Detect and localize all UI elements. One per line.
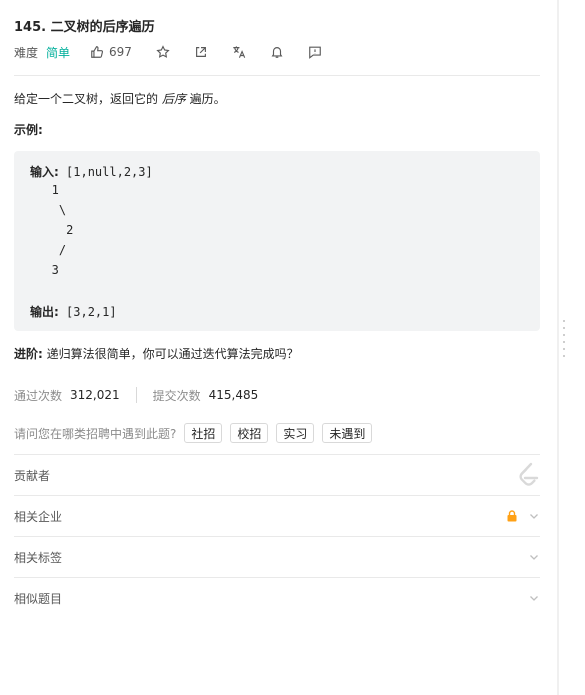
example-output-line: 输出: [3,2,1] — [30, 303, 117, 320]
tree-line: 3 — [30, 263, 59, 277]
panel-scrollbar[interactable] — [557, 0, 559, 695]
output-label: 输出: — [30, 305, 59, 319]
notification-button[interactable] — [270, 45, 284, 59]
survey-option-social[interactable]: 社招 — [184, 423, 223, 443]
chevron-down-icon — [528, 578, 540, 618]
example-code-block: 输入: [1,null,2,3] 1 \ 2 / 3 输出: [3,2,1] — [14, 151, 540, 331]
statement-text: 给定一个二叉树，返回它的 — [14, 92, 162, 106]
bell-icon — [270, 45, 284, 59]
related-companies-label: 相关企业 — [14, 509, 63, 524]
stats-separator — [135, 387, 137, 403]
survey-option-intern[interactable]: 实习 — [276, 423, 315, 443]
similar-problems-section[interactable]: 相似题目 — [14, 578, 540, 618]
divider — [14, 75, 540, 76]
tree-line: / — [30, 243, 67, 257]
chevron-down-icon — [528, 510, 540, 522]
related-tags-section[interactable]: 相关标签 — [14, 537, 540, 577]
problem-statement: 给定一个二叉树，返回它的 后序 遍历。 — [14, 90, 226, 107]
share-icon — [194, 45, 208, 59]
tree-line: 1 — [30, 183, 59, 197]
input-value: [1,null,2,3] — [58, 165, 153, 179]
chevron-down-icon — [528, 537, 540, 577]
advanced-label: 进阶: — [14, 347, 43, 361]
related-companies-section[interactable]: 相关企业 — [14, 496, 540, 536]
submissions-count: 415,485 — [208, 388, 259, 402]
grip-dot — [563, 355, 565, 357]
similar-problems-label: 相似题目 — [14, 591, 63, 606]
like-count: 697 — [109, 45, 132, 59]
grip-dot — [563, 341, 565, 343]
companies-actions — [506, 496, 540, 536]
contributors-label: 贡献者 — [14, 468, 51, 483]
grip-dot — [563, 327, 565, 329]
statement-emphasis: 后序 — [161, 92, 186, 106]
survey-option-campus[interactable]: 校招 — [230, 423, 269, 443]
difficulty-badge: 简单 — [46, 45, 71, 60]
resize-handle[interactable] — [562, 320, 566, 368]
interview-survey: 请问您在哪类招聘中遇到此题? 社招 校招 实习 未遇到 — [14, 423, 373, 443]
share-button[interactable] — [194, 45, 208, 59]
translate-button[interactable] — [232, 45, 246, 59]
input-label: 输入: — [30, 165, 59, 179]
feedback-button[interactable] — [308, 45, 322, 59]
grip-dot — [563, 334, 565, 336]
lock-icon — [506, 510, 518, 522]
thumbs-up-icon — [90, 45, 104, 59]
contributors-section[interactable]: 贡献者 — [14, 455, 540, 495]
accepted-count: 312,021 — [70, 388, 120, 402]
grip-dot — [563, 348, 565, 350]
submissions-label: 提交次数 — [152, 388, 201, 403]
statement-text-end: 遍历。 — [185, 92, 226, 106]
advanced-text: 递归算法很简单，你可以通过迭代算法完成吗？ — [42, 347, 299, 361]
submission-stats: 通过次数 312,021 提交次数 415,485 — [14, 386, 258, 404]
survey-question: 请问您在哪类招聘中遇到此题? — [14, 426, 177, 441]
like-button[interactable]: 697 — [90, 45, 132, 59]
tree-line: 2 — [30, 223, 74, 237]
leetcode-logo-icon — [516, 455, 540, 495]
translate-icon — [232, 45, 246, 59]
comment-icon — [308, 45, 322, 59]
difficulty-label: 难度 — [14, 45, 39, 60]
output-value: [3,2,1] — [58, 305, 117, 319]
favorite-button[interactable] — [156, 45, 170, 59]
example-input-line: 输入: [1,null,2,3] — [30, 163, 153, 180]
problem-title: 145. 二叉树的后序遍历 — [14, 20, 155, 35]
grip-dot — [563, 320, 565, 322]
problem-meta-bar: 难度 简单 697 — [14, 43, 346, 61]
accepted-label: 通过次数 — [14, 388, 63, 403]
example-heading: 示例: — [14, 123, 43, 137]
survey-option-never[interactable]: 未遇到 — [322, 423, 373, 443]
advanced-note: 进阶: 递归算法很简单，你可以通过迭代算法完成吗？ — [14, 345, 299, 362]
tree-line: \ — [30, 203, 67, 217]
related-tags-label: 相关标签 — [14, 550, 63, 565]
star-icon — [156, 45, 170, 59]
